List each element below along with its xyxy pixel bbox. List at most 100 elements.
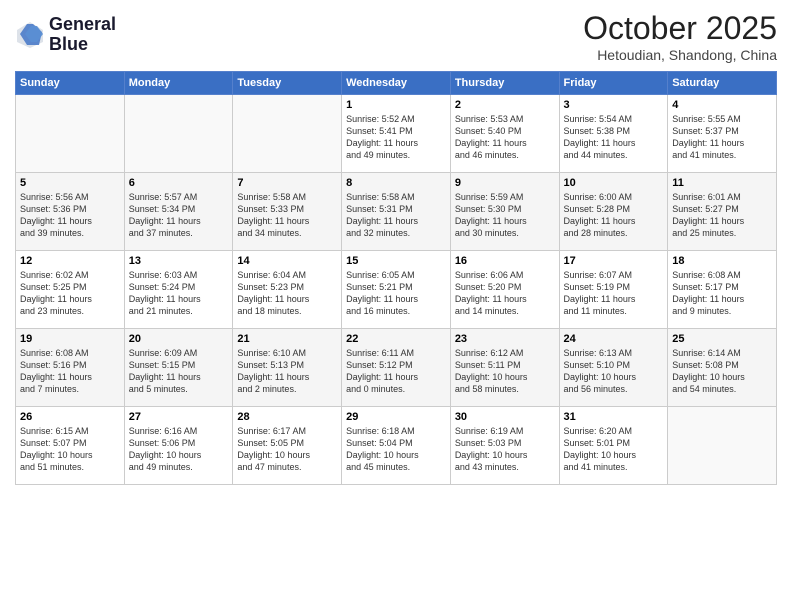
day-cell: 11Sunrise: 6:01 AM Sunset: 5:27 PM Dayli… (668, 173, 777, 251)
day-number: 11 (672, 177, 772, 189)
day-header-friday: Friday (559, 72, 668, 95)
day-cell: 26Sunrise: 6:15 AM Sunset: 5:07 PM Dayli… (16, 407, 125, 485)
day-cell (668, 407, 777, 485)
day-number: 4 (672, 99, 772, 111)
day-info: Sunrise: 6:05 AM Sunset: 5:21 PM Dayligh… (346, 269, 446, 318)
day-number: 10 (564, 177, 664, 189)
week-row-2: 5 Sunrise: 5:56 AM Sunset: 5:36 PM Daylig… (16, 173, 777, 251)
day-number: 31 (564, 411, 664, 423)
day-info: Sunrise: 6:20 AM Sunset: 5:01 PM Dayligh… (564, 425, 664, 474)
day-cell: 23Sunrise: 6:12 AM Sunset: 5:11 PM Dayli… (450, 329, 559, 407)
day-header-wednesday: Wednesday (342, 72, 451, 95)
day-cell: 30 Sunrise: 6:19 AM Sunset: 5:03 PM Dayli… (450, 407, 559, 485)
day-cell (16, 95, 125, 173)
day-number: 28 (237, 411, 337, 423)
day-cell: 27 Sunrise: 6:16 AM Sunset: 5:06 PM Dayli… (124, 407, 233, 485)
day-cell: 18 Sunrise: 6:08 AM Sunset: 5:17 PM Dayli… (668, 251, 777, 329)
day-number: 13 (129, 255, 229, 267)
day-number: 29 (346, 411, 446, 423)
logo-line1: General (49, 14, 116, 34)
day-cell: 17Sunrise: 6:07 AM Sunset: 5:19 PM Dayli… (559, 251, 668, 329)
day-info: Sunrise: 6:09 AM Sunset: 5:15 PM Dayligh… (129, 347, 229, 396)
day-cell: 20 Sunrise: 6:09 AM Sunset: 5:15 PM Dayli… (124, 329, 233, 407)
day-info: Sunrise: 6:19 AM Sunset: 5:03 PM Dayligh… (455, 425, 555, 474)
day-cell: 22 Sunrise: 6:11 AM Sunset: 5:12 PM Dayli… (342, 329, 451, 407)
week-row-1: 1 Sunrise: 5:52 AM Sunset: 5:41 PM Daylig… (16, 95, 777, 173)
day-info: Sunrise: 6:18 AM Sunset: 5:04 PM Dayligh… (346, 425, 446, 474)
day-number: 30 (455, 411, 555, 423)
day-cell: 24 Sunrise: 6:13 AM Sunset: 5:10 PM Dayli… (559, 329, 668, 407)
day-info: Sunrise: 6:08 AM Sunset: 5:16 PM Dayligh… (20, 347, 120, 396)
day-info: Sunrise: 6:10 AM Sunset: 5:13 PM Dayligh… (237, 347, 337, 396)
week-row-4: 19 Sunrise: 6:08 AM Sunset: 5:16 PM Dayli… (16, 329, 777, 407)
day-number: 12 (20, 255, 120, 267)
title-area: October 2025 Hetoudian, Shandong, China (583, 10, 777, 63)
day-info: Sunrise: 6:16 AM Sunset: 5:06 PM Dayligh… (129, 425, 229, 474)
day-info: Sunrise: 5:56 AM Sunset: 5:36 PM Dayligh… (20, 191, 120, 240)
day-info: Sunrise: 5:57 AM Sunset: 5:34 PM Dayligh… (129, 191, 229, 240)
day-number: 21 (237, 333, 337, 345)
week-row-5: 26Sunrise: 6:15 AM Sunset: 5:07 PM Dayli… (16, 407, 777, 485)
day-cell: 31 Sunrise: 6:20 AM Sunset: 5:01 PM Dayli… (559, 407, 668, 485)
day-header-sunday: Sunday (16, 72, 125, 95)
header-area: General Blue October 2025 Hetoudian, Sha… (15, 10, 777, 63)
week-row-3: 12 Sunrise: 6:02 AM Sunset: 5:25 PM Dayli… (16, 251, 777, 329)
day-number: 1 (346, 99, 446, 111)
day-number: 17 (564, 255, 664, 267)
day-cell: 10Sunrise: 6:00 AM Sunset: 5:28 PM Dayli… (559, 173, 668, 251)
day-info: Sunrise: 5:55 AM Sunset: 5:37 PM Dayligh… (672, 113, 772, 162)
day-cell: 25 Sunrise: 6:14 AM Sunset: 5:08 PM Dayli… (668, 329, 777, 407)
day-cell (233, 95, 342, 173)
day-number: 14 (237, 255, 337, 267)
day-info: Sunrise: 5:58 AM Sunset: 5:31 PM Dayligh… (346, 191, 446, 240)
day-cell: 1 Sunrise: 5:52 AM Sunset: 5:41 PM Daylig… (342, 95, 451, 173)
day-info: Sunrise: 5:52 AM Sunset: 5:41 PM Dayligh… (346, 113, 446, 162)
day-cell: 21 Sunrise: 6:10 AM Sunset: 5:13 PM Dayli… (233, 329, 342, 407)
day-cell: 13 Sunrise: 6:03 AM Sunset: 5:24 PM Dayli… (124, 251, 233, 329)
logo-line2: Blue (49, 34, 88, 54)
day-cell: 14 Sunrise: 6:04 AM Sunset: 5:23 PM Dayli… (233, 251, 342, 329)
day-header-monday: Monday (124, 72, 233, 95)
day-info: Sunrise: 6:14 AM Sunset: 5:08 PM Dayligh… (672, 347, 772, 396)
day-cell: 5 Sunrise: 5:56 AM Sunset: 5:36 PM Daylig… (16, 173, 125, 251)
day-info: Sunrise: 6:08 AM Sunset: 5:17 PM Dayligh… (672, 269, 772, 318)
day-number: 7 (237, 177, 337, 189)
day-info: Sunrise: 6:11 AM Sunset: 5:12 PM Dayligh… (346, 347, 446, 396)
day-info: Sunrise: 6:02 AM Sunset: 5:25 PM Dayligh… (20, 269, 120, 318)
day-cell: 6Sunrise: 5:57 AM Sunset: 5:34 PM Daylig… (124, 173, 233, 251)
month-title: October 2025 (583, 10, 777, 47)
day-number: 22 (346, 333, 446, 345)
day-info: Sunrise: 6:06 AM Sunset: 5:20 PM Dayligh… (455, 269, 555, 318)
day-header-saturday: Saturday (668, 72, 777, 95)
day-info: Sunrise: 6:03 AM Sunset: 5:24 PM Dayligh… (129, 269, 229, 318)
day-number: 16 (455, 255, 555, 267)
day-number: 27 (129, 411, 229, 423)
day-cell: 8Sunrise: 5:58 AM Sunset: 5:31 PM Daylig… (342, 173, 451, 251)
day-number: 2 (455, 99, 555, 111)
day-cell: 29 Sunrise: 6:18 AM Sunset: 5:04 PM Dayli… (342, 407, 451, 485)
day-number: 20 (129, 333, 229, 345)
day-cell: 19 Sunrise: 6:08 AM Sunset: 5:16 PM Dayli… (16, 329, 125, 407)
day-cell: 2Sunrise: 5:53 AM Sunset: 5:40 PM Daylig… (450, 95, 559, 173)
day-info: Sunrise: 6:04 AM Sunset: 5:23 PM Dayligh… (237, 269, 337, 318)
day-number: 18 (672, 255, 772, 267)
day-cell: 12 Sunrise: 6:02 AM Sunset: 5:25 PM Dayli… (16, 251, 125, 329)
day-number: 5 (20, 177, 120, 189)
day-cell: 15 Sunrise: 6:05 AM Sunset: 5:21 PM Dayli… (342, 251, 451, 329)
day-info: Sunrise: 5:58 AM Sunset: 5:33 PM Dayligh… (237, 191, 337, 240)
day-number: 25 (672, 333, 772, 345)
day-info: Sunrise: 6:17 AM Sunset: 5:05 PM Dayligh… (237, 425, 337, 474)
day-cell: 7 Sunrise: 5:58 AM Sunset: 5:33 PM Daylig… (233, 173, 342, 251)
day-cell: 3Sunrise: 5:54 AM Sunset: 5:38 PM Daylig… (559, 95, 668, 173)
day-cell: 9Sunrise: 5:59 AM Sunset: 5:30 PM Daylig… (450, 173, 559, 251)
day-number: 15 (346, 255, 446, 267)
day-number: 24 (564, 333, 664, 345)
day-info: Sunrise: 5:59 AM Sunset: 5:30 PM Dayligh… (455, 191, 555, 240)
day-cell: 28 Sunrise: 6:17 AM Sunset: 5:05 PM Dayli… (233, 407, 342, 485)
day-number: 3 (564, 99, 664, 111)
day-number: 19 (20, 333, 120, 345)
day-header-thursday: Thursday (450, 72, 559, 95)
day-info: Sunrise: 6:13 AM Sunset: 5:10 PM Dayligh… (564, 347, 664, 396)
day-cell: 16 Sunrise: 6:06 AM Sunset: 5:20 PM Dayli… (450, 251, 559, 329)
day-cell (124, 95, 233, 173)
